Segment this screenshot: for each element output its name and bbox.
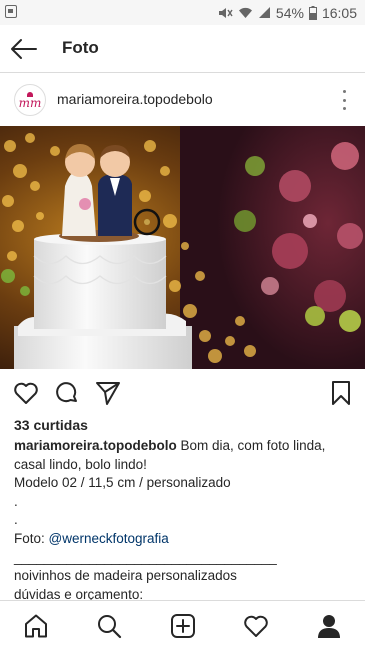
page-title: Foto [62, 38, 99, 57]
avatar-logo-text: mm [18, 95, 42, 110]
avatar[interactable]: mm [14, 84, 46, 116]
caption-line-3: Modelo 02 / 11,5 cm / personalizado [14, 475, 231, 491]
caption-username[interactable]: mariamoreira.topodebolo [14, 438, 177, 453]
status-bar: 54% 16:05 [0, 0, 365, 25]
caption-line-5: . [14, 512, 18, 528]
heart-icon [14, 382, 38, 404]
nav-profile[interactable] [316, 613, 342, 639]
battery-percent: 54% [275, 4, 304, 21]
arrow-left-icon [11, 39, 37, 59]
post-photo[interactable] [0, 126, 365, 369]
search-icon [98, 615, 122, 639]
caption-line-6: Foto: @werneckfotografia [14, 530, 354, 549]
nav-add-post[interactable] [170, 613, 196, 639]
comment-icon [56, 382, 77, 403]
nav-home[interactable] [23, 613, 49, 639]
status-icons: 54% 16:05 [218, 3, 357, 22]
post-header: mm mariamoreira.topodebolo [0, 74, 365, 126]
screenshot-notification-icon [5, 5, 17, 18]
caption-line-8: noivinhos de madeira personalizados [14, 568, 237, 584]
photographer-mention-link[interactable]: @werneckfotografia [49, 531, 169, 546]
comment-button[interactable] [54, 380, 80, 406]
wedding-cake-photo [0, 126, 365, 369]
like-button[interactable] [13, 380, 39, 406]
save-button[interactable] [328, 380, 354, 406]
home-icon [25, 614, 47, 638]
bookmark-icon [332, 381, 350, 405]
caption-text: Bom dia, com foto linda, [176, 438, 326, 453]
back-button[interactable] [8, 35, 40, 63]
caption-line-2: casal lindo, bolo lindo! [14, 456, 147, 472]
battery-icon [308, 5, 317, 20]
post-actions [0, 369, 365, 415]
nav-activity[interactable] [243, 613, 269, 639]
app-bar: Foto [0, 25, 365, 73]
wifi-icon [238, 7, 252, 18]
caption-line-4: . [14, 493, 18, 509]
share-button[interactable] [95, 380, 121, 406]
caption-photo-credit-label: Foto: [14, 530, 49, 546]
signal-icon [258, 7, 270, 18]
post-caption: mariamoreira.topodebolo Bom dia, com fot… [14, 437, 354, 604]
bottom-navigation [0, 600, 365, 650]
heart-icon [244, 615, 268, 637]
more-options-button[interactable] [341, 90, 347, 110]
caption-divider: ___________________________________ [14, 549, 277, 565]
profile-icon [318, 615, 340, 638]
caption-line-1: mariamoreira.topodebolo Bom dia, com fot… [14, 437, 354, 456]
mute-icon [218, 7, 233, 18]
post-username[interactable]: mariamoreira.topodebolo [57, 91, 213, 107]
status-time: 16:05 [321, 4, 357, 21]
send-icon [96, 382, 120, 405]
likes-count[interactable]: 33 curtidas [14, 417, 88, 433]
add-post-icon [171, 614, 195, 638]
nav-search[interactable] [96, 613, 122, 639]
